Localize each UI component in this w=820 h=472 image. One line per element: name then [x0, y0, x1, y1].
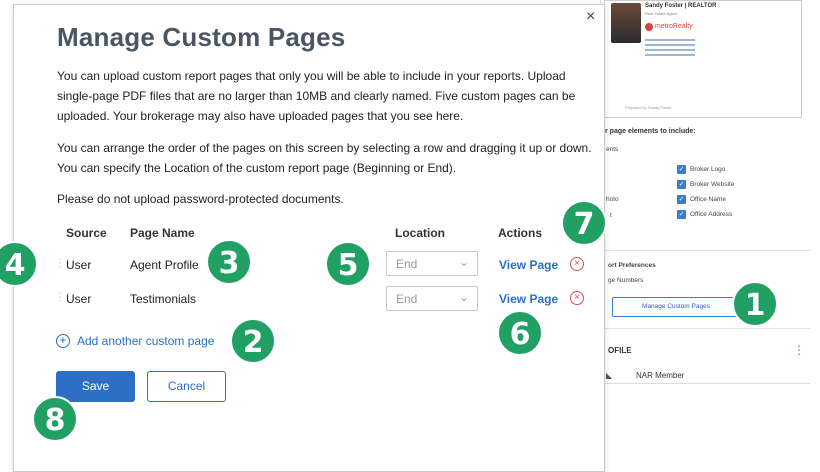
kebab-menu-icon[interactable]: ⋮ [793, 343, 805, 357]
divider [600, 250, 810, 251]
checkbox-broker-website[interactable]: ✓ [677, 180, 686, 189]
plus-circle-icon[interactable]: + [56, 334, 70, 348]
member-icon: ◣ [606, 371, 613, 380]
callout-badge-7: 7 [561, 200, 607, 246]
save-button[interactable]: Save [56, 371, 135, 402]
chevron-down-icon: ⌄ [458, 255, 469, 269]
row-source: User [66, 292, 92, 306]
chevron-down-icon: ⌄ [458, 290, 469, 304]
manage-custom-pages-button[interactable]: Manage Custom Pages [612, 297, 740, 317]
location-select[interactable]: End ⌄ [386, 286, 478, 311]
view-page-link[interactable]: View Page [499, 258, 558, 272]
location-value: End [396, 292, 418, 306]
brand-logo-icon [645, 23, 653, 31]
cancel-button[interactable]: Cancel [147, 371, 226, 402]
bg-label-2: hoto [606, 196, 619, 203]
callout-badge-6: 6 [497, 310, 543, 356]
report-preferences-heading: ort Preferences [608, 262, 656, 269]
callout-badge-5: 5 [325, 241, 371, 287]
ordering-paragraph: You can arrange the order of the pages o… [57, 141, 592, 175]
row-source: User [66, 258, 92, 272]
divider [600, 328, 810, 329]
preview-logo-text: metroRealty [655, 23, 693, 30]
checkbox-label: Office Name [690, 196, 727, 203]
checkbox-label: Office Address [690, 211, 733, 218]
preview-footer: Prepared by Sandy Foster [625, 105, 672, 110]
checkbox-office-name[interactable]: ✓ [677, 195, 686, 204]
checkbox-office-address[interactable]: ✓ [677, 210, 686, 219]
location-select[interactable]: End ⌄ [386, 251, 478, 276]
column-header-page-name: Page Name [130, 226, 195, 240]
remove-icon[interactable]: × [570, 291, 584, 305]
close-icon[interactable]: × [586, 9, 595, 25]
checkbox-label: Broker Website [690, 181, 735, 188]
row-page-name: Testimonials [130, 292, 197, 306]
callout-badge-8: 8 [32, 396, 78, 442]
preview-agent-name: Sandy Foster | REALTOR [645, 3, 717, 9]
checkbox-label: Broker Logo [690, 166, 726, 173]
preview-agent-sub: Real Estate Agent [645, 11, 678, 16]
elements-heading: r page elements to include: [605, 128, 696, 135]
intro-paragraph: You can upload custom report pages that … [57, 69, 576, 123]
password-note: Please do not upload password-protected … [57, 192, 344, 206]
callout-badge-2: 2 [230, 318, 276, 364]
bg-label-1: ents [606, 146, 619, 153]
preview-contact-lines [645, 39, 705, 59]
checkbox-broker-logo[interactable]: ✓ [677, 165, 686, 174]
bg-label-3: t [610, 212, 612, 219]
report-preview: Sandy Foster | REALTOR Real Estate Agent… [604, 0, 802, 118]
column-header-source: Source [66, 226, 107, 240]
view-page-link[interactable]: View Page [499, 292, 558, 306]
column-header-location: Location [395, 226, 445, 240]
location-value: End [396, 257, 418, 271]
page-numbers-label: ge Numbers [608, 277, 644, 284]
column-header-actions: Actions [498, 226, 543, 240]
nar-member-label: NAR Member [636, 371, 685, 380]
callout-badge-1: 1 [732, 281, 778, 327]
agent-photo [611, 3, 641, 43]
add-custom-page-link[interactable]: Add another custom page [77, 334, 214, 348]
remove-icon[interactable]: × [570, 257, 584, 271]
callout-badge-3: 3 [206, 239, 252, 285]
modal-title: Manage Custom Pages [57, 22, 346, 52]
row-page-name: Agent Profile [130, 258, 199, 272]
profile-heading: OFILE [608, 346, 632, 355]
